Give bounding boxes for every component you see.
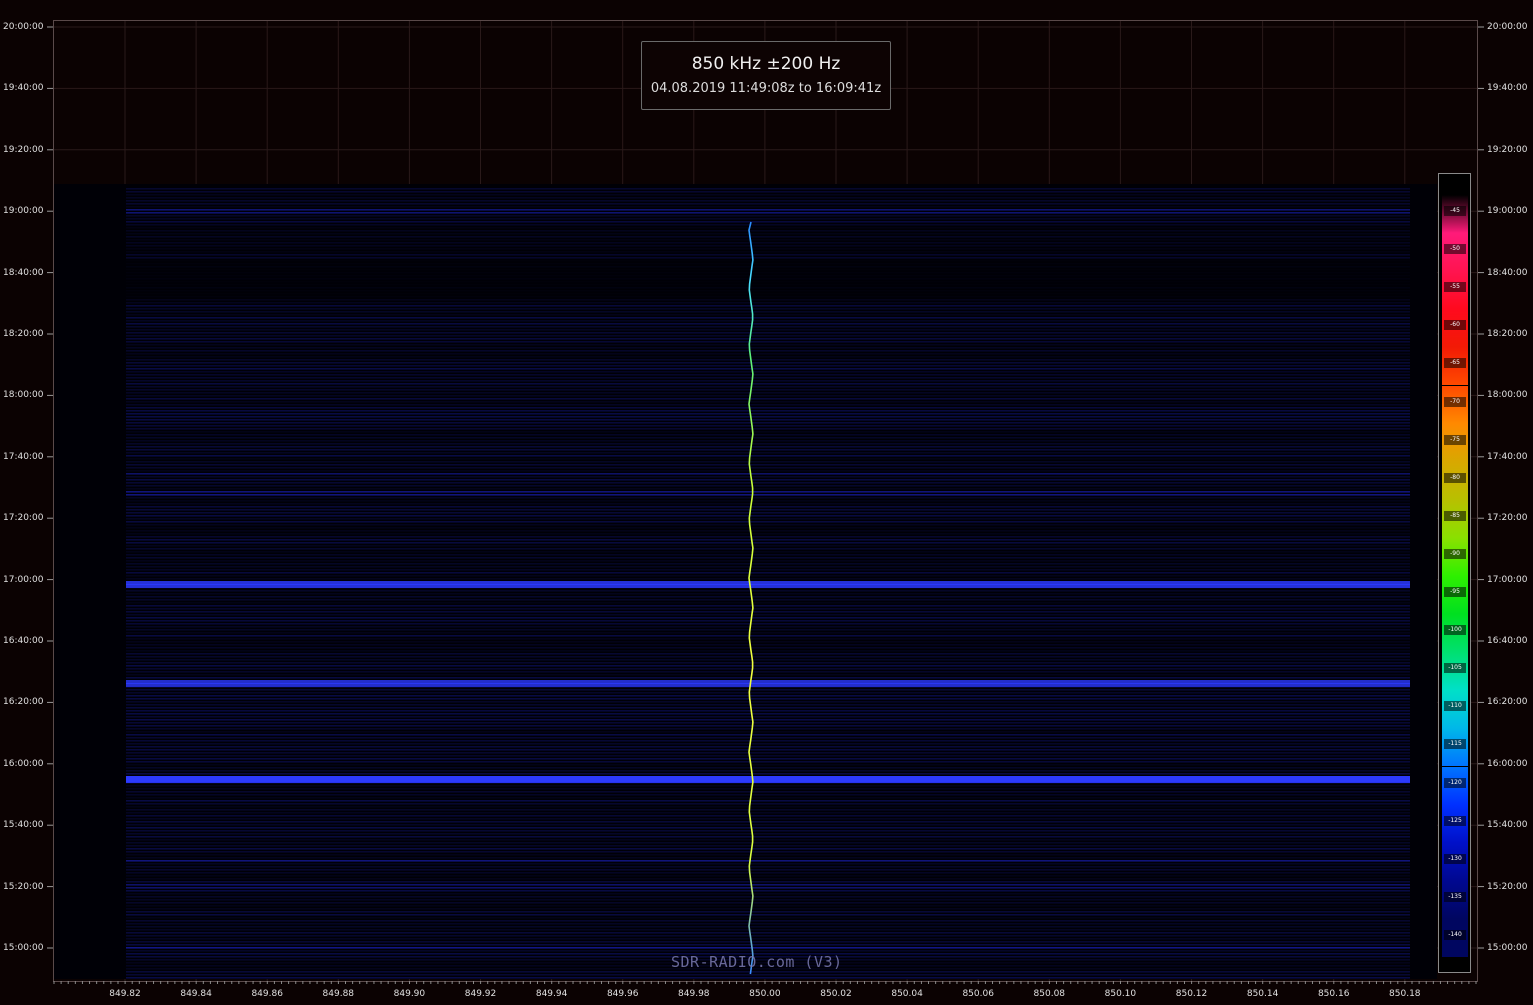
time-label-left: 20:00:00 (3, 22, 44, 32)
color-scale-label: -55 (1444, 282, 1466, 293)
color-scale-label: -140 (1444, 929, 1466, 940)
time-label-right: 19:40:00 (1487, 83, 1528, 94)
frequency-label: 850.16 (1317, 989, 1350, 999)
frequency-label: 849.90 (393, 989, 426, 999)
color-scale-label: -70 (1444, 396, 1466, 407)
color-scale-label: -60 (1444, 320, 1466, 331)
time-label-left: 15:20:00 (3, 881, 44, 892)
time-label-left: 18:00:00 (3, 390, 44, 401)
color-scale-label: -115 (1444, 739, 1466, 750)
waterfall-spectrogram (47, 21, 1484, 984)
time-label-right: 19:00:00 (1487, 206, 1528, 217)
color-scale-label: -110 (1444, 701, 1466, 712)
time-label-left: 16:00:00 (3, 758, 44, 769)
time-label-left: 19:00:00 (3, 206, 44, 217)
frequency-label: 850.00 (749, 989, 781, 999)
frequency-label: 850.04 (891, 989, 923, 999)
color-scale-label: -125 (1444, 815, 1466, 826)
title-box: 850 kHz ±200 Hz 04.08.2019 11:49:08z to … (641, 41, 891, 110)
frequency-label: 849.86 (251, 989, 283, 999)
frequency-label: 849.92 (464, 989, 497, 999)
time-label-right: 15:00:00 (1487, 943, 1528, 953)
frequency-label: 850.14 (1246, 989, 1279, 999)
color-scale-label: -50 (1444, 244, 1466, 255)
time-label-right: 19:20:00 (1487, 144, 1528, 155)
color-scale-label: -45 (1444, 206, 1466, 216)
color-scale-label: -90 (1444, 548, 1466, 559)
frequency-label: 850.02 (820, 989, 852, 999)
time-label-left: 16:40:00 (3, 636, 44, 646)
time-label-left: 18:20:00 (3, 329, 44, 339)
color-scale-label: -100 (1444, 625, 1466, 636)
time-label-right: 15:40:00 (1487, 820, 1528, 831)
frequency-label: 850.10 (1104, 989, 1137, 999)
time-label-right: 17:40:00 (1487, 451, 1528, 462)
time-label-right: 20:00:00 (1487, 22, 1528, 32)
time-label-right: 16:40:00 (1487, 636, 1528, 646)
color-scale-label: -130 (1444, 853, 1466, 864)
frequency-label: 849.94 (535, 989, 568, 999)
time-label-left: 15:00:00 (3, 943, 44, 953)
frequency-label: 849.84 (180, 989, 212, 999)
time-label-left: 17:20:00 (3, 513, 44, 524)
color-scale-legend: -45 -50 -55 -60 -65 -70 -75 -80 -85 -90 -95 -100 -10… (1438, 173, 1471, 973)
color-scale-label: -120 (1444, 777, 1466, 788)
time-label-right: 18:40:00 (1487, 267, 1528, 278)
frequency-label: 849.98 (678, 989, 710, 999)
frequency-title: 850 kHz ±200 Hz (691, 54, 841, 74)
time-label-right: 18:00:00 (1487, 390, 1528, 401)
time-label-left: 17:00:00 (3, 574, 44, 585)
time-label-left: 19:40:00 (3, 83, 44, 94)
noise-bands (126, 188, 1410, 979)
color-scale-label: -80 (1444, 472, 1466, 483)
frequency-label: 850.08 (1033, 989, 1066, 999)
time-label-left: 17:40:00 (3, 451, 44, 462)
frequency-label: 849.88 (322, 989, 355, 999)
time-label-left: 16:20:00 (3, 697, 44, 708)
time-label-right: 16:00:00 (1487, 758, 1528, 769)
frequency-label: 850.18 (1389, 989, 1421, 999)
color-scale-label: -95 (1444, 587, 1466, 597)
time-label-left: 15:40:00 (3, 820, 44, 831)
color-scale-label: -105 (1444, 663, 1466, 674)
frequency-label: 850.06 (962, 989, 994, 999)
frequency-label: 850.12 (1175, 989, 1208, 999)
time-label-right: 17:20:00 (1487, 513, 1528, 524)
color-scale-label: -85 (1444, 510, 1466, 521)
frequency-label: 849.96 (606, 989, 639, 999)
time-label-right: 18:20:00 (1487, 329, 1528, 339)
time-range-subtitle: 04.08.2019 11:49:08z to 16:09:41z (650, 81, 882, 96)
time-label-right: 16:20:00 (1487, 697, 1528, 708)
time-label-left: 19:20:00 (3, 144, 44, 155)
color-scale-label: -65 (1444, 358, 1466, 369)
time-label-right: 15:20:00 (1487, 881, 1528, 892)
watermark-text: SDR-RADIO.com (V3) (671, 953, 843, 971)
color-scale-label: -135 (1444, 891, 1466, 902)
color-scale-label: -75 (1444, 434, 1466, 445)
time-label-right: 17:00:00 (1487, 574, 1528, 585)
frequency-label: 849.82 (109, 989, 141, 999)
time-label-left: 18:40:00 (3, 267, 44, 278)
